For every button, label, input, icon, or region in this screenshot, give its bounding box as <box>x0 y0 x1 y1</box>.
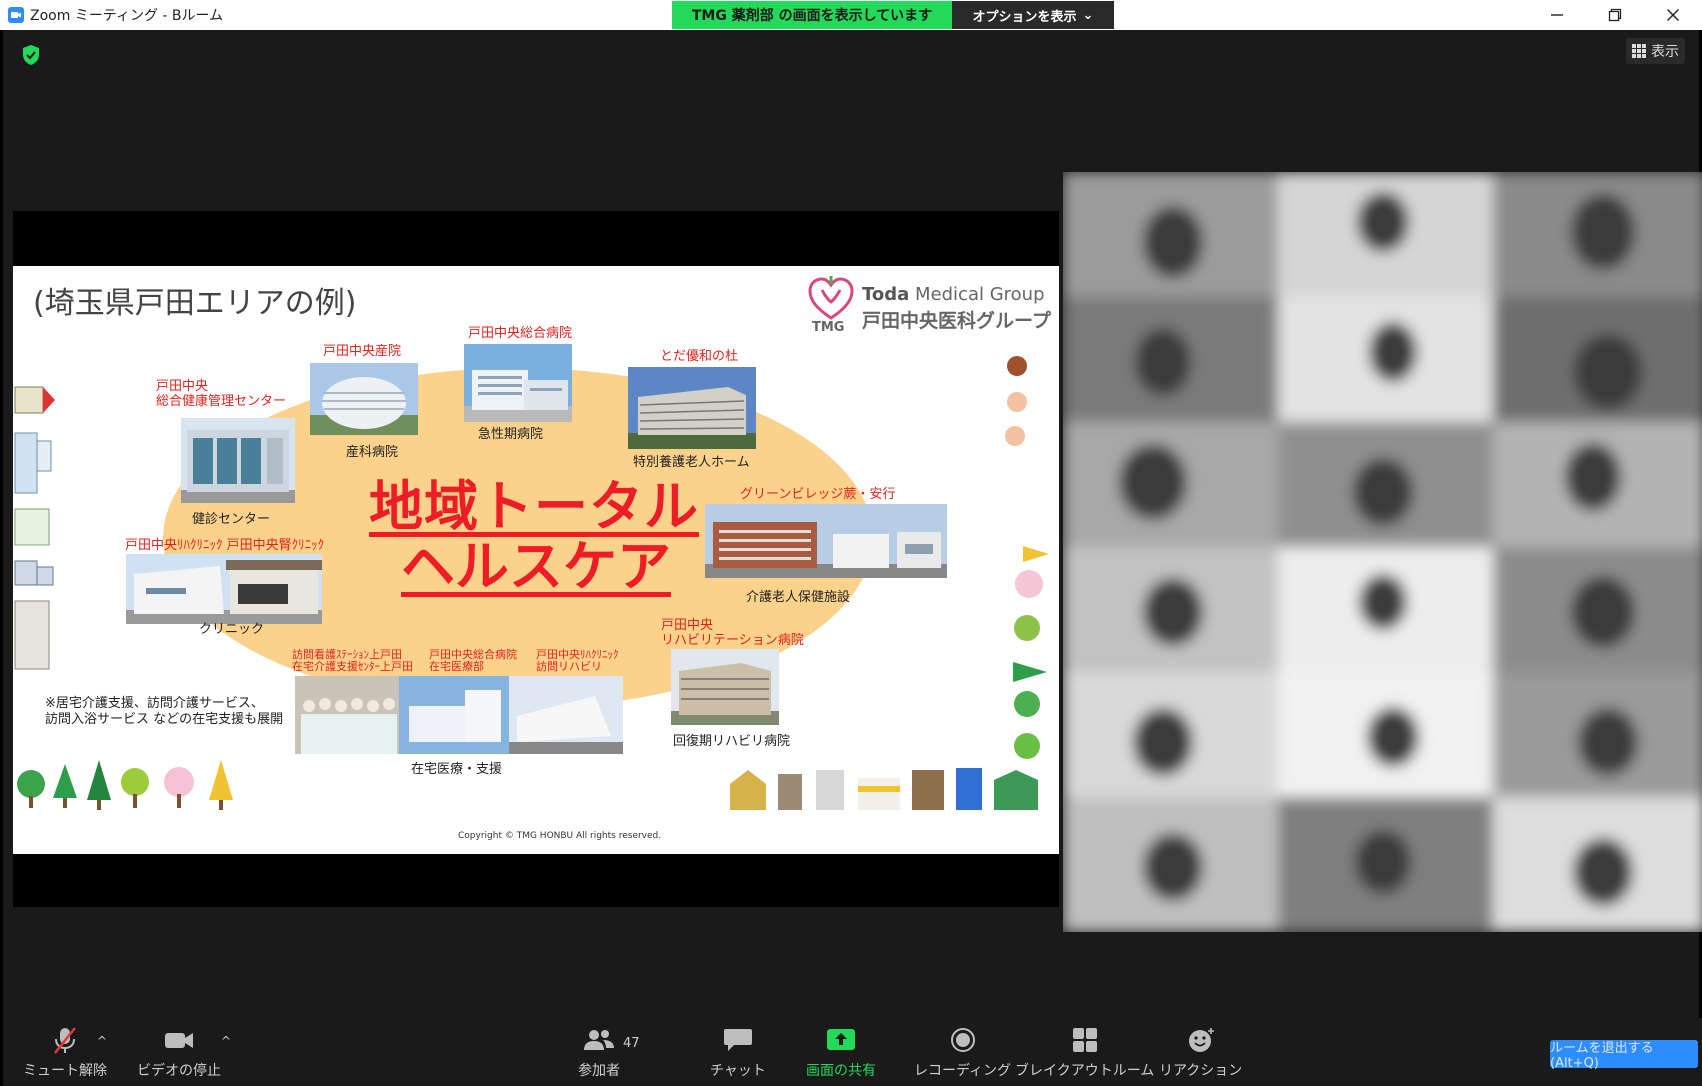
breakout-rooms-button[interactable]: ブレイクアウトルーム <box>1015 1026 1154 1080</box>
encryption-shield-icon[interactable] <box>21 44 41 66</box>
center-heading-line1: 地域トータル <box>369 475 699 538</box>
stop-video-button[interactable]: ビデオの停止 <box>137 1026 221 1080</box>
shared-screen: (埼玉県戸田エリアの例) TMG Toda Medical Group 戸田中央… <box>13 211 1059 907</box>
label-reha-facility-line2: リハビリテーション病院 <box>661 633 804 648</box>
label-geriatric-health-facility: 介護老人保健施設 <box>746 590 851 605</box>
photo-nursing-home <box>628 367 756 449</box>
share-screen-button[interactable]: 画面の共有 <box>806 1026 876 1080</box>
gallery-view-button[interactable]: 表示 <box>1626 38 1685 64</box>
right-character-and-tree-illustrations <box>1005 356 1049 759</box>
chat-button[interactable]: チャット <box>710 1026 766 1080</box>
close-icon <box>1667 9 1679 21</box>
video-options-caret-icon[interactable]: ^ <box>221 1034 231 1048</box>
label-home-rehab-line2: 訪問リハビリ <box>536 660 602 673</box>
bottom-tree-illustrations <box>17 760 233 810</box>
blurred-participant-video-grid <box>1063 172 1702 932</box>
photo-geriatric-facility <box>705 504 947 578</box>
label-maternity-hospital: 産科病院 <box>346 445 399 460</box>
video-camera-icon <box>165 1033 193 1048</box>
breakout-rooms-icon <box>1072 1028 1097 1052</box>
logo-japanese-name: 戸田中央医科グループ <box>862 310 1051 332</box>
label-green-village: グリーンビレッジ蕨・安行 <box>740 487 896 502</box>
photo-home-care <box>295 676 623 754</box>
label-visiting-nurse-line2: 在宅介護支援ｾﾝﾀｰ上戸田 <box>292 660 413 673</box>
label-kenshin-facility-line1: 戸田中央 <box>156 379 209 394</box>
label-sanka-facility: 戸田中央産院 <box>323 344 402 359</box>
label-recovery-rehab-hospital: 回復期リハビリ病院 <box>673 734 791 749</box>
slide-title: (埼玉県戸田エリアの例) <box>33 286 357 321</box>
record-icon <box>950 1028 975 1052</box>
photo-clinics <box>126 554 322 624</box>
chat-bubble-icon <box>723 1029 752 1051</box>
share-screen-icon <box>827 1029 855 1050</box>
participant-gallery <box>1063 172 1702 932</box>
label-clinic: クリニック <box>199 622 265 637</box>
photo-health-checkup-center <box>181 418 295 503</box>
unmute-button[interactable]: ミュート解除 <box>23 1026 107 1080</box>
label-reha-facility-line1: 戸田中央 <box>661 618 714 633</box>
reactions-button[interactable]: リアクション <box>1159 1026 1242 1080</box>
logo-english-name: Toda Medical Group <box>862 284 1045 305</box>
leave-room-button[interactable]: ルームを退出する (Alt+Q) <box>1550 1040 1698 1071</box>
stop-video-label: ビデオの停止 <box>137 1063 221 1079</box>
participants-label: 参加者 <box>578 1063 620 1079</box>
record-button[interactable]: レコーディング <box>914 1026 1011 1080</box>
photo-general-hospital <box>464 344 572 422</box>
label-yuwa-facility: とだ優和の杜 <box>660 349 739 364</box>
minimize-button[interactable] <box>1528 0 1586 30</box>
logo-tmg-text: TMG <box>812 320 845 335</box>
reactions-label: リアクション <box>1159 1063 1243 1079</box>
window-title: Zoom ミーティング - Bルーム <box>30 8 224 24</box>
restore-icon <box>1608 8 1622 22</box>
chevron-down-icon: ⌄ <box>1082 7 1094 23</box>
record-label: レコーディング <box>914 1063 1012 1079</box>
unmute-label: ミュート解除 <box>23 1063 107 1079</box>
grid-icon <box>1632 44 1646 58</box>
minimize-icon <box>1551 14 1563 16</box>
window-controls <box>1528 0 1702 30</box>
tmg-logo: TMG Toda Medical Group 戸田中央医科グループ <box>808 272 1058 338</box>
label-home-medical-line2: 在宅医療部 <box>429 660 484 673</box>
center-heading-line2: ヘルスケア <box>401 535 671 598</box>
view-options-button[interactable]: オプションを表示 ⌄ <box>952 1 1114 29</box>
audio-options-caret-icon[interactable]: ^ <box>97 1034 107 1048</box>
meeting-area: 表示 (埼玉県戸田エリアの例) TMG Toda Medical Group 戸… <box>0 30 1702 1018</box>
presentation-slide: (埼玉県戸田エリアの例) TMG Toda Medical Group 戸田中央… <box>13 266 1059 854</box>
smiley-reaction-icon <box>1188 1028 1214 1052</box>
label-health-checkup-center: 健診センター <box>192 512 271 527</box>
view-options-label: オプションを表示 <box>972 9 1077 25</box>
slide-copyright: Copyright © TMG HONBU All rights reserve… <box>458 831 662 841</box>
chat-label: チャット <box>710 1063 766 1079</box>
close-button[interactable] <box>1644 0 1702 30</box>
view-label: 表示 <box>1651 44 1679 60</box>
restore-button[interactable] <box>1586 0 1644 30</box>
share-status-banner: TMG 薬剤部 の画面を表示しています <box>672 1 952 29</box>
share-screen-label: 画面の共有 <box>806 1063 876 1079</box>
label-clinics: 戸田中央ﾘﾊｸﾘﾆｯｸ 戸田中央腎ｸﾘﾆｯｸ <box>125 538 325 553</box>
home-support-note: ※居宅介護支援、訪問介護サービス、 訪問入浴サービス などの在宅支援も展開 <box>45 696 284 727</box>
label-kenshin-facility-line2: 総合健康管理センター <box>156 394 287 409</box>
label-acute-hospital: 急性期病院 <box>478 427 544 442</box>
breakout-rooms-label: ブレイクアウトルーム <box>1015 1063 1155 1079</box>
participants-button[interactable]: 参加者 <box>578 1026 620 1080</box>
label-sogo-facility: 戸田中央総合病院 <box>468 326 573 341</box>
left-building-illustrations <box>14 386 55 670</box>
photo-rehabilitation-hospital <box>671 649 779 725</box>
participants-count: 47 <box>623 1036 640 1051</box>
meeting-toolbar: ミュート解除 ^ ビデオの停止 ^ 参加者 47 チャット 画面の共有 レコーデ… <box>0 1018 1702 1086</box>
label-home-medical-support: 在宅医療・支援 <box>411 762 503 777</box>
photo-maternity-hospital <box>310 363 418 435</box>
zoom-app-icon <box>8 7 24 23</box>
microphone-muted-icon <box>54 1027 76 1054</box>
label-special-nursing-home: 特別養護老人ホーム <box>633 455 750 470</box>
participants-icon <box>584 1030 614 1050</box>
bottom-building-illustrations <box>730 768 1038 810</box>
